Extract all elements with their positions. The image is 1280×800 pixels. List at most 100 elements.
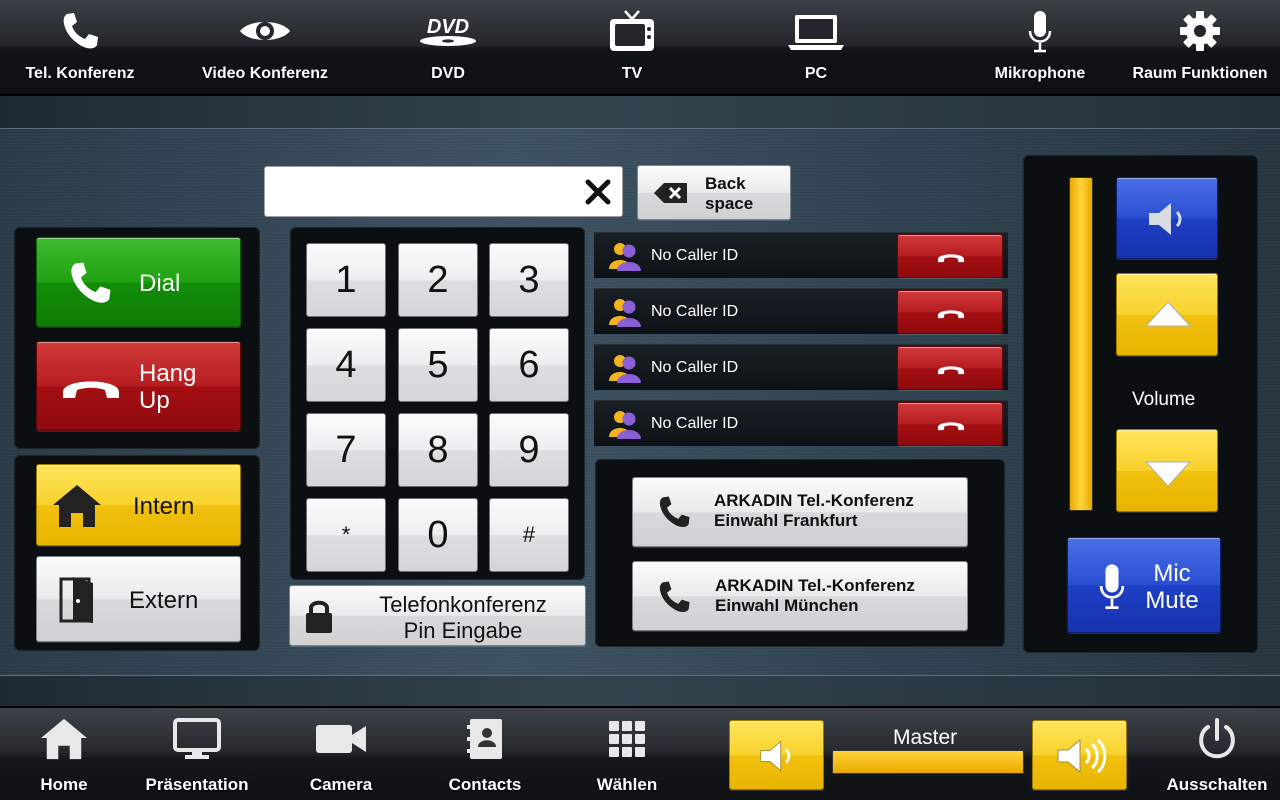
hang-up-icon [936, 362, 966, 381]
hang-up-button[interactable]: Hang Up [36, 341, 241, 431]
end-call-button[interactable] [897, 402, 1003, 446]
phone-icon [655, 577, 693, 622]
hang-up-icon [936, 418, 966, 437]
clear-input-icon[interactable] [580, 173, 616, 211]
extern-label: Extern [129, 587, 199, 614]
nav-praesentation[interactable]: Präsentation [137, 706, 257, 800]
keypad-key-0[interactable]: 0 [398, 498, 478, 572]
nav-video-konferenz[interactable]: Video Konferenz [190, 0, 340, 96]
caller-row: No Caller ID [594, 344, 1008, 390]
nav-label: Tel. Konferenz [25, 65, 135, 82]
phone-icon [65, 258, 115, 313]
people-icon [608, 241, 642, 276]
nav-pc[interactable]: PC [766, 0, 866, 96]
dial-button[interactable]: Dial [36, 237, 241, 327]
master-volume-down-button[interactable] [729, 720, 824, 790]
nav-ausschalten[interactable]: Ausschalten [1162, 706, 1272, 800]
end-call-button[interactable] [897, 290, 1003, 334]
nav-label: TV [621, 65, 643, 82]
pin-label-line1: Telefonkonferenz [379, 592, 547, 617]
nav-tel-konferenz[interactable]: Tel. Konferenz [20, 0, 140, 96]
volume-up-button[interactable] [1116, 273, 1218, 356]
nav-contacts[interactable]: Contacts [435, 706, 535, 800]
nav-home[interactable]: Home [14, 706, 114, 800]
backspace-icon [653, 182, 689, 209]
keypad-key-5[interactable]: 5 [398, 328, 478, 402]
master-volume-fill [833, 751, 1023, 773]
home-icon [51, 483, 103, 534]
tv-icon [607, 0, 657, 62]
volume-label: Volume [1132, 389, 1196, 410]
background-strip [0, 676, 1280, 706]
keypad-key-1[interactable]: 1 [306, 243, 386, 317]
phone-icon [655, 492, 693, 537]
mic-mute-label-line2: Mute [1145, 587, 1199, 614]
microphone-icon [1025, 0, 1055, 62]
monitor-icon [172, 706, 222, 772]
keypad-key-hash[interactable]: # [489, 498, 569, 572]
caller-row: No Caller ID [594, 400, 1008, 446]
caller-row: No Caller ID [594, 288, 1008, 334]
hang-up-icon [936, 250, 966, 269]
backspace-button[interactable]: Back space [637, 165, 791, 220]
quick-dial-line1: ARKADIN Tel.-Konferenz [714, 491, 914, 510]
quick-dial-line2: Einwahl Frankfurt [714, 511, 858, 530]
backspace-label-line1: Back [705, 174, 746, 193]
speaker-button[interactable] [1116, 177, 1218, 259]
laptop-icon [786, 0, 846, 62]
keypad-key-9[interactable]: 9 [489, 413, 569, 487]
volume-down-button[interactable] [1116, 429, 1218, 512]
nav-label: Video Konferenz [202, 65, 328, 82]
speaker-quiet-icon [758, 738, 798, 779]
nav-label: Raum Funktionen [1132, 65, 1268, 82]
nav-label: Camera [309, 775, 373, 794]
master-volume-track[interactable] [832, 750, 1024, 774]
master-volume-up-button[interactable] [1032, 720, 1127, 790]
home-icon [39, 706, 89, 772]
quick-dial-frankfurt-button[interactable]: ARKADIN Tel.-Konferenz Einwahl Frankfurt [632, 477, 968, 547]
intern-button[interactable]: Intern [36, 464, 241, 546]
backspace-label-line2: space [705, 194, 754, 213]
nav-label: Ausschalten [1166, 775, 1268, 794]
nav-camera[interactable]: Camera [291, 706, 391, 800]
keypad-key-8[interactable]: 8 [398, 413, 478, 487]
eye-icon [237, 0, 293, 62]
keypad-key-7[interactable]: 7 [306, 413, 386, 487]
nav-label: Präsentation [145, 775, 249, 794]
extern-button[interactable]: Extern [36, 556, 241, 642]
hang-up-label-line1: Hang [139, 360, 197, 387]
nav-waehlen[interactable]: Wählen [577, 706, 677, 800]
quick-dial-line2: Einwahl München [715, 596, 859, 615]
nav-mikrophone[interactable]: Mikrophone [980, 0, 1100, 96]
triangle-down-icon [1144, 458, 1192, 493]
mic-mute-button[interactable]: Mic Mute [1067, 537, 1221, 633]
keypad-key-6[interactable]: 6 [489, 328, 569, 402]
nav-label: Contacts [448, 775, 522, 794]
volume-level-track[interactable] [1069, 177, 1093, 511]
contacts-icon [465, 706, 505, 772]
keypad-key-2[interactable]: 2 [398, 243, 478, 317]
gear-icon [1177, 0, 1223, 62]
keypad-icon [607, 706, 647, 772]
caller-id-label: No Caller ID [651, 303, 739, 320]
caller-row: No Caller ID [594, 232, 1008, 278]
keypad-key-star[interactable]: * [306, 498, 386, 572]
caller-id-label: No Caller ID [651, 247, 739, 264]
nav-label: Mikrophone [994, 65, 1086, 82]
nav-label: Home [40, 775, 88, 794]
quick-dial-muenchen-button[interactable]: ARKADIN Tel.-Konferenz Einwahl München [632, 561, 968, 631]
nav-dvd[interactable]: DVD DVD [398, 0, 498, 96]
dvd-icon: DVD [416, 0, 480, 62]
keypad-key-4[interactable]: 4 [306, 328, 386, 402]
conference-pin-button[interactable]: Telefonkonferenz Pin Eingabe [289, 585, 586, 646]
people-icon [608, 409, 642, 444]
number-input-field[interactable] [264, 166, 623, 217]
end-call-button[interactable] [897, 346, 1003, 390]
nav-raum-funktionen[interactable]: Raum Funktionen [1130, 0, 1270, 96]
speaker-icon [1146, 200, 1190, 243]
keypad-key-3[interactable]: 3 [489, 243, 569, 317]
end-call-button[interactable] [897, 234, 1003, 278]
nav-label: PC [804, 65, 828, 82]
nav-tv[interactable]: TV [582, 0, 682, 96]
caller-id-label: No Caller ID [651, 359, 739, 376]
